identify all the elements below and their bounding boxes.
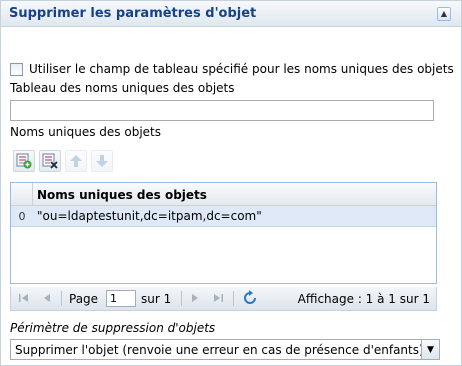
page-number-input[interactable]: 1 [106, 290, 136, 307]
deletion-scope-label: Périmètre de suppression d'objets [10, 321, 216, 335]
column-header-unique-names[interactable]: Noms uniques des objets [37, 188, 207, 202]
previous-page-icon[interactable] [39, 290, 55, 306]
pager-separator [61, 291, 62, 306]
delete-row-icon[interactable] [39, 150, 61, 172]
grid-pager: Page 1 sur 1 Affichage : 1 à 1 sur 1 [10, 287, 437, 311]
use-table-field-option[interactable]: Utiliser le champ de tableau spécifié po… [10, 61, 454, 77]
panel-header: Supprimer les paramètres d'objet ▲ [1, 1, 461, 27]
table-row[interactable]: 0 "ou=ldaptestunit,dc=itpam,dc=com" [11, 206, 436, 227]
last-page-icon[interactable] [210, 290, 226, 306]
page-label: Page [69, 292, 99, 306]
row-number: 0 [18, 210, 26, 223]
use-table-field-checkbox[interactable] [10, 62, 23, 76]
pager-separator [181, 291, 182, 306]
row-value[interactable]: "ou=ldaptestunit,dc=itpam,dc=com" [37, 209, 262, 223]
unique-names-label: Noms uniques des objets [10, 125, 161, 139]
panel-title: Supprimer les paramètres d'objet [9, 6, 257, 21]
row-number-header [11, 183, 33, 206]
grid-header: Noms uniques des objets [11, 183, 436, 206]
add-row-icon[interactable] [13, 150, 35, 172]
deletion-scope-value: Supprimer l'objet (renvoie une erreur en… [15, 343, 424, 357]
chevron-down-icon[interactable]: ▼ [421, 339, 440, 360]
refresh-icon[interactable] [242, 290, 258, 306]
grid-toolbar [13, 150, 117, 172]
delete-object-settings-panel: Supprimer les paramètres d'objet ▲ Utili… [0, 0, 462, 366]
table-names-input[interactable] [10, 100, 434, 121]
pager-separator [233, 291, 234, 306]
table-names-label: Tableau des noms uniques des objets [10, 81, 235, 95]
collapse-up-icon[interactable]: ▲ [437, 7, 451, 21]
display-info: Affichage : 1 à 1 sur 1 [297, 292, 430, 306]
next-page-icon[interactable] [187, 290, 203, 306]
first-page-icon[interactable] [16, 290, 32, 306]
unique-names-grid: Noms uniques des objets 0 "ou=ldaptestun… [10, 182, 437, 284]
page-count-label: sur 1 [141, 292, 172, 306]
arrow-down-icon[interactable] [91, 150, 113, 172]
arrow-up-icon[interactable] [65, 150, 87, 172]
deletion-scope-select[interactable]: Supprimer l'objet (renvoie une erreur en… [10, 339, 440, 360]
use-table-field-label: Utiliser le champ de tableau spécifié po… [29, 62, 454, 76]
